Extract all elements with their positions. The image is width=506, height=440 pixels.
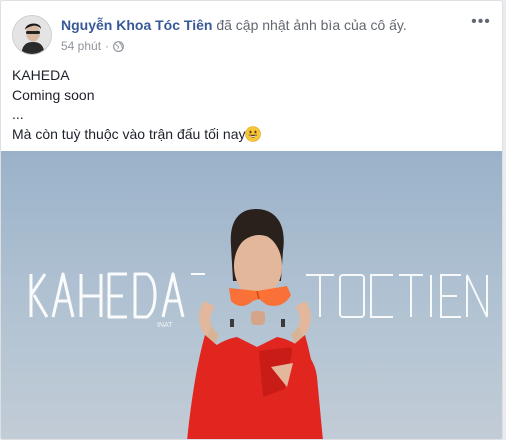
post-line: ... <box>12 106 24 122</box>
post-line-with-emoji: Mà còn tuỳ thuộc vào trận đấu tối nay <box>12 125 492 145</box>
post-headline: Nguyễn Khoa Tóc Tiên đã cập nhật ảnh bìa… <box>61 17 407 33</box>
kaheda-logo-sub: INAT <box>157 322 173 329</box>
grinning-face-emoji <box>245 125 262 142</box>
kaheda-logo <box>29 272 205 319</box>
post-line: Coming soon <box>12 86 95 103</box>
post-timestamp[interactable]: 54 phút <box>61 39 101 53</box>
post-body: KAHEDA Coming soon ... Mà còn tuỳ thuộc … <box>12 66 492 144</box>
author-name-link[interactable]: Nguyễn Khoa Tóc Tiên <box>61 17 212 33</box>
post-line: KAHEDA <box>12 67 70 83</box>
feed-post-card: Nguyễn Khoa Tóc Tiên đã cập nhật ảnh bìa… <box>0 0 503 440</box>
author-avatar[interactable] <box>12 15 52 55</box>
singer-figure <box>187 209 323 439</box>
post-header: Nguyễn Khoa Tóc Tiên đã cập nhật ảnh bìa… <box>12 13 491 57</box>
post-line: Mà còn tuỳ thuộc vào trận đấu tối nay <box>12 125 246 142</box>
post-action-text: đã cập nhật ảnh bìa của cô ấy. <box>216 17 407 33</box>
toctien-logo <box>306 274 488 318</box>
cover-photo[interactable]: INAT <box>1 151 502 439</box>
ellipsis-icon[interactable]: ••• <box>471 13 491 33</box>
globe-icon[interactable] <box>113 40 124 52</box>
meta-separator: · <box>105 39 110 53</box>
post-meta: 54 phút · <box>61 39 124 53</box>
